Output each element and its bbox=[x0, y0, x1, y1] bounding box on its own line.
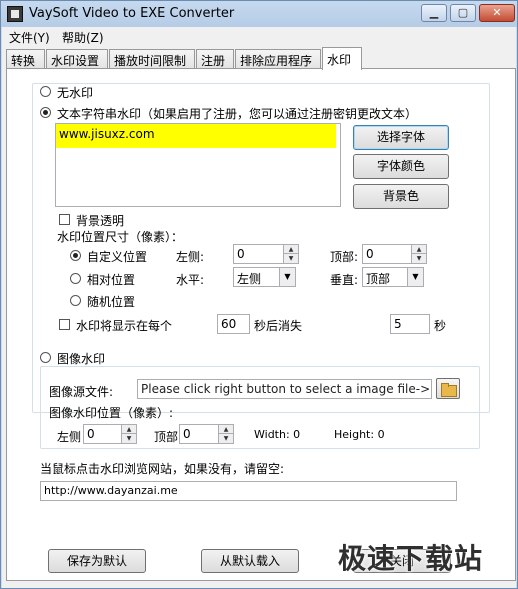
random-position-radio[interactable] bbox=[70, 295, 81, 306]
film-icon bbox=[7, 6, 23, 22]
left-label: 左侧: bbox=[176, 250, 205, 264]
left-offset-input[interactable]: 0 bbox=[233, 244, 284, 264]
menu-bar: 文件(Y) 帮助(Z) bbox=[2, 27, 516, 47]
chevron-down-icon: ▼ bbox=[279, 268, 295, 286]
top-offset-spinner[interactable]: ▲ ▼ bbox=[411, 244, 427, 264]
chevron-down-icon: ▼ bbox=[407, 268, 423, 286]
text-position-label: 水印位置尺寸（像素）： bbox=[57, 230, 184, 244]
horizontal-label: 水平: bbox=[176, 273, 205, 287]
duration-input[interactable]: 5 bbox=[390, 314, 430, 334]
image-left-input[interactable]: 0 bbox=[83, 424, 122, 444]
click-url-label: 当鼠标点击水印浏览网站，如果没有，请留空: bbox=[40, 462, 285, 476]
no-watermark-radio[interactable] bbox=[40, 86, 51, 97]
tab-watermark-settings[interactable]: 水印设置 bbox=[46, 49, 108, 69]
background-color-button[interactable]: 背景色 bbox=[353, 184, 449, 209]
vertical-select[interactable]: 顶部 ▼ bbox=[362, 267, 424, 287]
window-title: VaySoft Video to EXE Converter bbox=[29, 6, 235, 21]
timed-display-checkbox[interactable] bbox=[59, 319, 70, 330]
tab-register[interactable]: 注册 bbox=[196, 49, 234, 69]
seconds-label: 秒 bbox=[434, 319, 447, 333]
image-top-input[interactable]: 0 bbox=[179, 424, 219, 444]
tab-watermark[interactable]: 水印 bbox=[322, 47, 362, 70]
custom-position-label: 自定义位置 bbox=[87, 250, 148, 264]
image-source-label: 图像源文件: bbox=[49, 385, 114, 399]
transparent-background-label: 背景透明 bbox=[76, 214, 125, 228]
top-offset-input[interactable]: 0 bbox=[362, 244, 412, 264]
watermark-panel: 无水印 文本字符串水印（如果启用了注册，您可以通过注册密钥更改文本） www.j… bbox=[6, 68, 516, 581]
horizontal-select-value: 左侧 bbox=[237, 272, 262, 286]
image-left-spinner[interactable]: ▲ ▼ bbox=[121, 424, 137, 444]
tab-playback-limit[interactable]: 播放时间限制 bbox=[109, 49, 195, 69]
top-label: 顶部: bbox=[330, 250, 359, 264]
relative-position-label: 相对位置 bbox=[87, 273, 136, 287]
site-watermark: 极速下载站 bbox=[338, 542, 484, 575]
minimize-button[interactable]: ▁ bbox=[421, 4, 447, 22]
no-watermark-label: 无水印 bbox=[57, 86, 94, 100]
tab-exclude-apps[interactable]: 排除应用程序 bbox=[235, 49, 321, 69]
seconds-after-label: 秒后消失 bbox=[254, 319, 303, 333]
menu-help[interactable]: 帮助(Z) bbox=[62, 29, 104, 46]
left-offset-spinner[interactable]: ▲ ▼ bbox=[283, 244, 299, 264]
image-left-label: 左侧 bbox=[57, 430, 82, 444]
image-watermark-radio[interactable] bbox=[40, 352, 51, 363]
image-height-text: Height: 0 bbox=[334, 428, 385, 441]
image-top-label: 顶部 bbox=[154, 430, 179, 444]
horizontal-select[interactable]: 左侧 ▼ bbox=[233, 267, 296, 287]
image-watermark-label: 图像水印 bbox=[57, 352, 106, 366]
maximize-button[interactable]: ▢ bbox=[450, 4, 476, 22]
text-watermark-label: 文本字符串水印（如果启用了注册，您可以通过注册密钥更改文本） bbox=[57, 107, 418, 121]
text-watermark-radio[interactable] bbox=[40, 107, 51, 118]
transparent-background-checkbox[interactable] bbox=[59, 214, 70, 225]
menu-file[interactable]: 文件(Y) bbox=[9, 29, 50, 46]
interval-input[interactable]: 60 bbox=[217, 314, 250, 334]
show-every-label: 水印将显示在每个 bbox=[76, 319, 173, 333]
custom-position-radio[interactable] bbox=[70, 250, 81, 261]
click-url-input[interactable]: http://www.dayanzai.me bbox=[40, 481, 457, 501]
vertical-select-value: 顶部 bbox=[366, 272, 391, 286]
random-position-label: 随机位置 bbox=[87, 295, 136, 309]
image-position-label: 图像水印位置（像素）: bbox=[49, 406, 174, 420]
relative-position-radio[interactable] bbox=[70, 273, 81, 284]
close-window-button[interactable]: ✕ bbox=[479, 4, 515, 22]
watermark-text-area[interactable]: www.jisuxz.com bbox=[55, 123, 341, 207]
client-area: 转换 水印设置 播放时间限制 注册 排除应用程序 水印 无水印 文本字符串水印（… bbox=[2, 47, 516, 588]
vertical-label: 垂直: bbox=[330, 273, 359, 287]
app-window: VaySoft Video to EXE Converter ▁ ▢ ✕ 文件(… bbox=[0, 0, 518, 589]
load-default-button[interactable]: 从默认载入 bbox=[201, 549, 299, 573]
image-source-input[interactable]: Please click right button to select a im… bbox=[137, 379, 432, 399]
font-color-button[interactable]: 字体颜色 bbox=[353, 154, 449, 179]
save-default-button[interactable]: 保存为默认 bbox=[48, 549, 146, 573]
image-top-spinner[interactable]: ▲ ▼ bbox=[218, 424, 234, 444]
select-font-button[interactable]: 选择字体 bbox=[353, 125, 449, 150]
watermark-text-value: www.jisuxz.com bbox=[56, 124, 336, 148]
title-bar: VaySoft Video to EXE Converter ▁ ▢ ✕ bbox=[1, 1, 517, 27]
image-width-text: Width: 0 bbox=[254, 428, 301, 441]
tab-convert[interactable]: 转换 bbox=[6, 49, 45, 69]
folder-open-icon[interactable] bbox=[436, 378, 460, 399]
